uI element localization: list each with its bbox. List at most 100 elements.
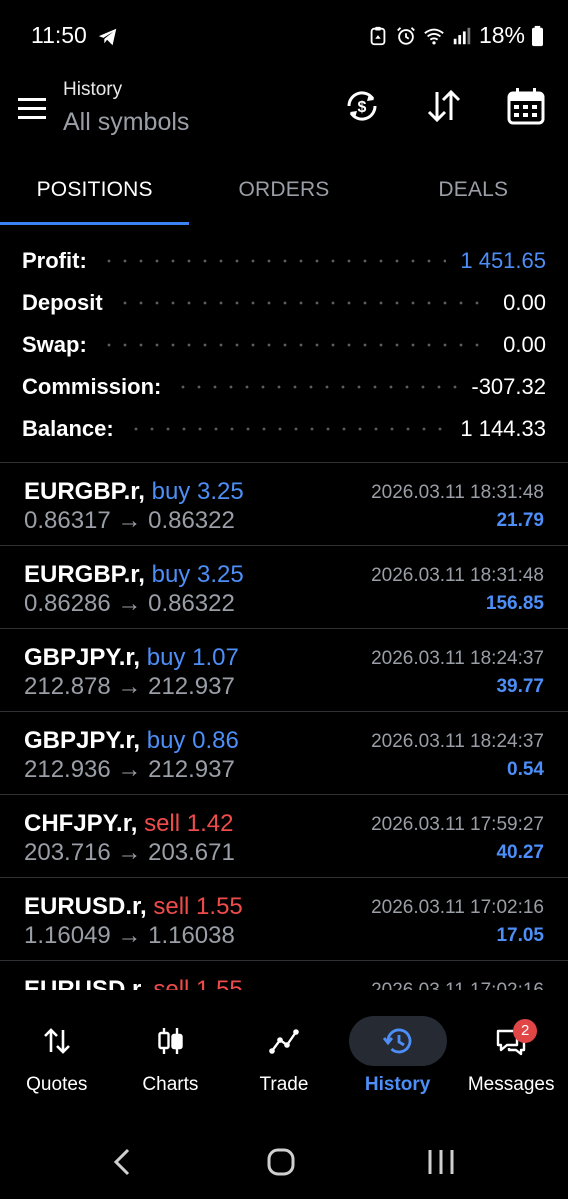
- position-profit: 21.79: [496, 510, 544, 531]
- position-time: 2026.03.11 17:02:16: [371, 897, 544, 918]
- position-profit: 17.05: [496, 925, 544, 946]
- telegram-icon: [98, 28, 117, 46]
- tab-deals[interactable]: DEALS: [379, 164, 568, 226]
- summary-label: Swap:: [22, 332, 87, 357]
- nav-charts[interactable]: Charts: [114, 1005, 228, 1115]
- menu-icon[interactable]: [16, 94, 48, 122]
- position-profit: 40.27: [496, 842, 544, 863]
- sort-button[interactable]: [424, 86, 464, 126]
- list-item[interactable]: EURGBP.r, buy 3.25 0.86317 → 0.86322 202…: [0, 463, 568, 546]
- summary-row-profit: Profit: 1 451.65: [0, 240, 568, 282]
- position-prices: 212.878 → 212.937: [24, 673, 235, 700]
- status-bar: 11:50 18%: [0, 0, 568, 72]
- nav-quotes[interactable]: Quotes: [0, 1005, 114, 1115]
- list-item[interactable]: EURUSD.r, sell 1.55 2026.03.11 17:02:16: [0, 961, 568, 990]
- position-profit: 0.54: [507, 759, 544, 780]
- list-item[interactable]: GBPJPY.r, buy 1.07 212.878 → 212.937 202…: [0, 629, 568, 712]
- list-item[interactable]: CHFJPY.r, sell 1.42 203.716 → 203.671 20…: [0, 795, 568, 878]
- nav-messages[interactable]: 2 Messages: [454, 1005, 568, 1115]
- quotes-icon: [43, 1028, 70, 1054]
- position-time: 2026.03.11 18:24:37: [371, 731, 544, 752]
- summary-row-balance: Balance: 1 144.33: [0, 408, 568, 450]
- summary-label: Balance:: [22, 416, 114, 441]
- list-item[interactable]: EURUSD.r, sell 1.55 1.16049 → 1.16038 20…: [0, 878, 568, 961]
- status-icons: 18%: [367, 22, 544, 49]
- position-type: buy 3.25: [151, 561, 244, 588]
- dot-leader: [175, 375, 458, 399]
- nav-label: Quotes: [26, 1074, 88, 1095]
- currency-exchange-icon: $: [347, 91, 377, 121]
- sort-icon: [427, 89, 461, 123]
- trade-icon: [269, 1029, 299, 1054]
- wifi-icon: [424, 28, 444, 45]
- nav-label: Charts: [142, 1074, 199, 1095]
- position-symbol: EURGBP.r, buy 3.25: [24, 561, 244, 588]
- position-symbol: EURUSD.r, sell 1.55: [24, 976, 243, 990]
- symbol-filter[interactable]: All symbols: [63, 108, 189, 137]
- position-profit: 156.85: [485, 593, 544, 614]
- home-icon[interactable]: [261, 1142, 301, 1182]
- position-prices: 1.16049 → 1.16038: [24, 922, 235, 949]
- position-time: 2026.03.11 18:24:37: [371, 648, 544, 669]
- signal-icon: [453, 27, 471, 44]
- position-type: sell 1.42: [144, 810, 234, 837]
- summary-row-commission: Commission: -307.32: [0, 366, 568, 408]
- summary-value-commission: -307.32: [471, 374, 546, 399]
- position-type: buy 0.86: [146, 727, 239, 754]
- list-item[interactable]: EURGBP.r, buy 3.25 0.86286 → 0.86322 202…: [0, 546, 568, 629]
- tab-orders[interactable]: ORDERS: [189, 164, 378, 226]
- nav-history[interactable]: History: [341, 1005, 455, 1115]
- svg-text:$: $: [358, 99, 367, 116]
- calendar-icon: [507, 88, 545, 125]
- summary-row-swap: Swap: 0.00: [0, 324, 568, 366]
- position-prices: 0.86317 → 0.86322: [24, 507, 235, 534]
- list-item[interactable]: GBPJPY.r, buy 0.86 212.936 → 212.937 202…: [0, 712, 568, 795]
- active-tab-indicator: [0, 222, 189, 225]
- tab-positions[interactable]: POSITIONS: [0, 164, 189, 226]
- nav-label: Messages: [467, 1074, 555, 1095]
- position-symbol: GBPJPY.r, buy 0.86: [24, 727, 239, 754]
- summary-row-deposit: Deposit 0.00: [0, 282, 568, 324]
- bottom-navigation: Quotes Charts Trade History 2 Messages: [0, 1005, 568, 1115]
- system-navigation-bar: [0, 1120, 568, 1199]
- nav-trade[interactable]: Trade: [227, 1005, 341, 1115]
- back-icon[interactable]: [102, 1142, 142, 1182]
- messages-badge: 2: [513, 1019, 538, 1043]
- summary-label: Commission:: [22, 374, 162, 399]
- position-symbol: GBPJPY.r, buy 1.07: [24, 644, 239, 671]
- summary-value-swap: 0.00: [503, 332, 546, 357]
- position-prices: 0.86286 → 0.86322: [24, 590, 235, 617]
- position-symbol: CHFJPY.r, sell 1.42: [24, 810, 234, 837]
- app-header: History All symbols $: [0, 72, 568, 164]
- summary-panel: Profit: 1 451.65 Deposit 0.00 Swap: 0.00…: [0, 240, 568, 450]
- position-time: 2026.03.11 17:02:16: [371, 980, 544, 990]
- position-prices: 212.936 → 212.937: [24, 756, 235, 783]
- currency-exchange-button[interactable]: $: [342, 86, 382, 126]
- summary-label: Deposit: [22, 290, 103, 315]
- dot-leader: [100, 333, 490, 357]
- dot-leader: [100, 249, 447, 273]
- position-profit: 39.77: [496, 676, 544, 697]
- position-time: 2026.03.11 18:31:48: [371, 565, 544, 586]
- status-time: 11:50: [31, 22, 87, 48]
- summary-value-profit: 1 451.65: [460, 248, 546, 273]
- nav-label: History: [364, 1074, 431, 1095]
- position-symbol: EURGBP.r, buy 3.25: [24, 478, 244, 505]
- charts-icon: [158, 1028, 184, 1054]
- summary-value-balance: 1 144.33: [460, 416, 546, 441]
- position-time: 2026.03.11 18:31:48: [371, 482, 544, 503]
- recent-apps-icon[interactable]: [421, 1142, 461, 1182]
- battery-percent: 18%: [478, 22, 525, 48]
- dot-leader: [116, 291, 490, 315]
- position-type: sell 1.55: [153, 893, 243, 920]
- position-time: 2026.03.11 17:59:27: [371, 814, 544, 835]
- position-type: buy 3.25: [151, 478, 244, 505]
- calendar-button[interactable]: [506, 86, 546, 126]
- position-prices: 203.716 → 203.671: [24, 839, 235, 866]
- history-icon: [382, 1028, 411, 1054]
- alarm-icon: [397, 26, 415, 45]
- nav-label: Trade: [259, 1074, 309, 1095]
- dot-leader: [127, 417, 447, 441]
- history-tabs: POSITIONS ORDERS DEALS: [0, 164, 568, 226]
- positions-list[interactable]: EURGBP.r, buy 3.25 0.86317 → 0.86322 202…: [0, 463, 568, 990]
